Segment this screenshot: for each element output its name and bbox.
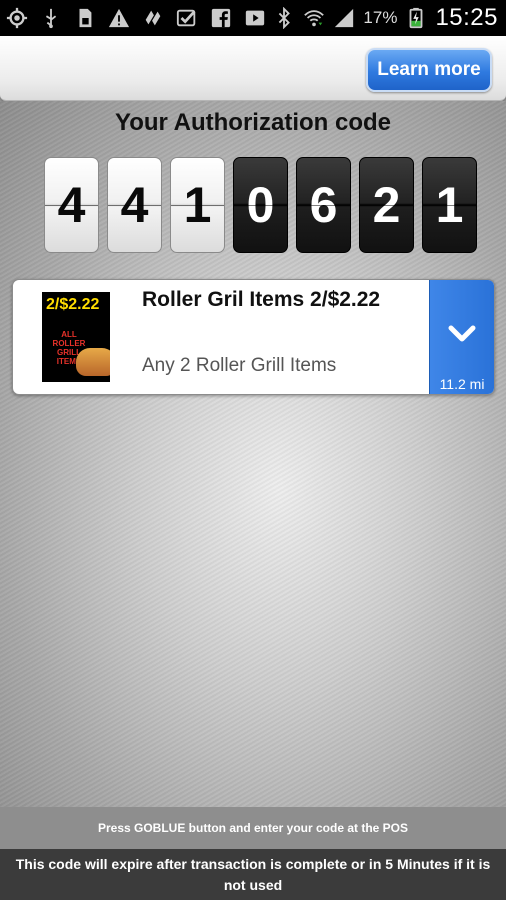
flip-icon <box>142 7 164 29</box>
auth-code-digit: 1 <box>422 157 477 253</box>
auth-code-digit: 6 <box>296 157 351 253</box>
warning-icon <box>108 7 130 29</box>
expand-offer-button[interactable]: 11.2 mi <box>429 280 494 394</box>
sd-card-icon <box>74 7 96 29</box>
status-bar: 17% 15:25 <box>0 0 506 36</box>
battery-charging-icon <box>405 7 427 29</box>
gps-icon <box>6 7 28 29</box>
hotdog-image <box>76 348 110 376</box>
offer-description: Any 2 Roller Grill Items <box>142 355 337 376</box>
checkbox-icon <box>176 7 198 29</box>
usb-icon <box>40 7 62 29</box>
expire-notice: This code will expire after transaction … <box>0 849 506 900</box>
top-bar: Learn more <box>0 36 506 101</box>
auth-code-digit: 2 <box>359 157 414 253</box>
wifi-icon <box>303 7 325 29</box>
clock: 15:25 <box>435 4 498 31</box>
hint-bar: Press GOBLUE button and enter your code … <box>0 807 506 849</box>
bluetooth-icon <box>273 7 295 29</box>
auth-code-digit: 1 <box>170 157 225 253</box>
auth-code-digits: 4 4 1 0 6 2 1 <box>44 157 477 253</box>
signal-icon <box>333 7 355 29</box>
auth-code-digit: 4 <box>44 157 99 253</box>
battery-percent: 17% <box>363 8 398 27</box>
offer-card[interactable]: 2/$2.22 ALL ROLLER GRILL ITEMS Roller Gr… <box>12 279 495 395</box>
distance-label: 11.2 mi <box>439 376 485 392</box>
main-content: Your Authorization code 4 4 1 0 6 2 1 2/… <box>0 101 506 807</box>
learn-more-button[interactable]: Learn more <box>366 48 492 92</box>
chevron-down-icon <box>448 325 476 342</box>
auth-code-digit: 0 <box>233 157 288 253</box>
offer-thumbnail: 2/$2.22 ALL ROLLER GRILL ITEMS <box>42 292 110 382</box>
auth-code-title: Your Authorization code <box>115 109 391 136</box>
auth-code-digit: 4 <box>107 157 162 253</box>
play-store-icon <box>244 7 266 29</box>
offer-title: Roller Gril Items 2/$2.22 <box>142 288 381 311</box>
facebook-icon <box>210 7 232 29</box>
thumb-price: 2/$2.22 <box>46 296 100 313</box>
